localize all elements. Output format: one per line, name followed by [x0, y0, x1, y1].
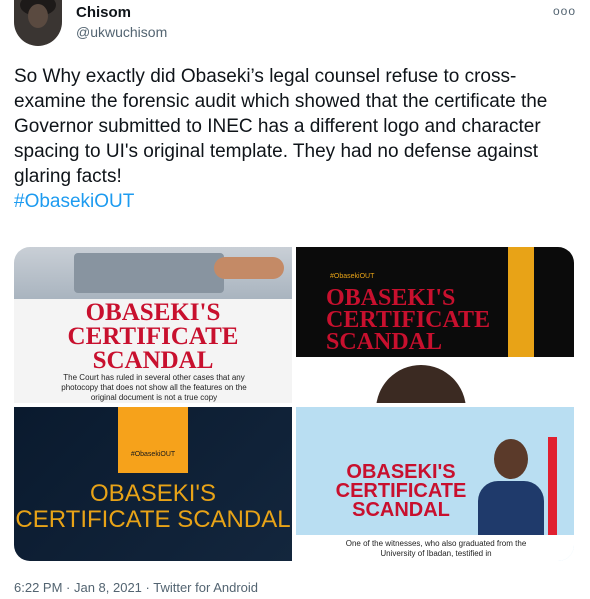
- hand-shape: [214, 257, 284, 279]
- tweet-body: So Why exactly did Obaseki’s legal couns…: [14, 66, 548, 187]
- photocopier-shape: [74, 253, 224, 293]
- portrait-head: [494, 439, 528, 479]
- media-image-3[interactable]: #ObasekiOUT OBASEKI'S CERTIFICATE SCANDA…: [14, 407, 292, 561]
- image-4-caption: One of the witnesses, who also graduated…: [345, 539, 527, 558]
- avatar[interactable]: [14, 0, 62, 46]
- media-image-1[interactable]: OBASEKI'S CERTIFICATE SCANDAL The Court …: [14, 247, 292, 403]
- image-3-sticky-note: [118, 407, 188, 473]
- image-4-title: OBASEKI'S CERTIFICATE SCANDAL: [335, 461, 467, 521]
- photocopier-photo: [14, 247, 292, 299]
- user-handle[interactable]: @ukwuchisom: [76, 24, 167, 40]
- image-2-tag: #ObasekiOUT: [330, 273, 375, 280]
- portrait-body: [478, 481, 544, 535]
- image-1-caption: The Court has ruled in several other cas…: [61, 373, 247, 402]
- display-name[interactable]: Chisom: [76, 4, 131, 21]
- media-grid: OBASEKI'S CERTIFICATE SCANDAL The Court …: [14, 247, 574, 561]
- image-1-title: OBASEKI'S CERTIFICATE SCANDAL: [67, 299, 239, 374]
- image-2-title: OBASEKI'S CERTIFICATE SCANDAL: [326, 285, 491, 355]
- tweet-timestamp[interactable]: 6:22 PM · Jan 8, 2021 · Twitter for Andr…: [14, 580, 258, 595]
- media-image-4[interactable]: OBASEKI'S CERTIFICATE SCANDAL One of the…: [296, 407, 574, 561]
- image-3-tag: #ObasekiOUT: [130, 451, 176, 458]
- image-4-portrait: [474, 433, 546, 535]
- image-4-red-bar: [548, 437, 557, 535]
- more-icon[interactable]: ooo: [553, 4, 576, 18]
- image-3-title: OBASEKI'S CERTIFICATE SCANDAL: [15, 480, 291, 533]
- tweet-text: So Why exactly did Obaseki’s legal couns…: [14, 64, 574, 214]
- avatar-face: [28, 4, 48, 28]
- hashtag-link[interactable]: #ObasekiOUT: [14, 191, 134, 212]
- media-image-2[interactable]: #ObasekiOUT OBASEKI'S CERTIFICATE SCANDA…: [296, 247, 574, 403]
